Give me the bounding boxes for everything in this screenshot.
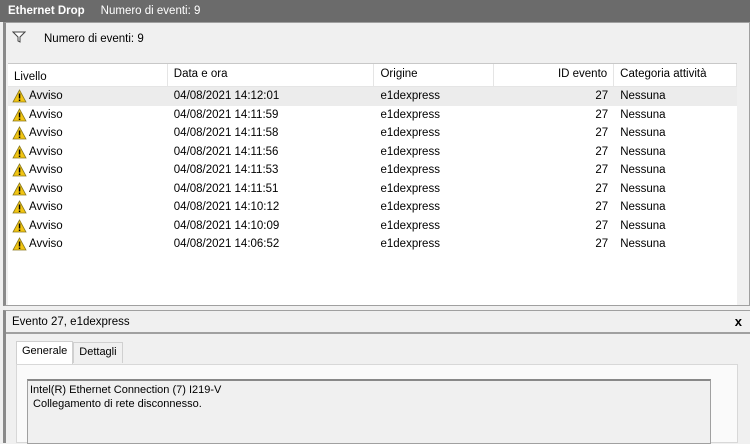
table-header: Livello Data e ora Origine ID evento Cat… xyxy=(8,64,737,87)
source-cell: e1dexpress xyxy=(380,219,440,232)
category-cell: Nessuna xyxy=(620,238,666,251)
tab-dettagli[interactable]: Dettagli xyxy=(73,342,123,363)
detail-title: Evento 27, e1dexpress xyxy=(12,315,130,328)
id-cell: 27 xyxy=(595,238,609,251)
event-detail-panel: Evento 27, e1dexpress x Generale Dettagl… xyxy=(3,310,750,444)
table-row[interactable]: Avviso 04/08/2021 14:11:51 e1dexpress 27… xyxy=(8,180,737,199)
level-cell: Avviso xyxy=(29,182,63,195)
col-source[interactable]: Origine xyxy=(374,64,495,86)
warning-icon xyxy=(12,218,27,233)
id-cell: 27 xyxy=(595,127,609,140)
level-cell: Avviso xyxy=(29,219,63,232)
date-cell: 04/08/2021 14:06:52 xyxy=(173,238,280,251)
id-cell: 27 xyxy=(595,164,609,177)
source-cell: e1dexpress xyxy=(380,164,440,177)
table-row[interactable]: Avviso 04/08/2021 14:12:01 e1dexpress 27… xyxy=(8,87,737,106)
warning-icon xyxy=(12,89,27,103)
date-cell: 04/08/2021 14:10:09 xyxy=(173,219,280,232)
level-cell: Avviso xyxy=(29,145,63,158)
date-cell: 04/08/2021 14:12:01 xyxy=(173,90,280,103)
log-name: Ethernet Drop xyxy=(8,5,85,17)
category-cell: Nessuna xyxy=(620,108,666,121)
id-cell: 27 xyxy=(595,90,609,103)
category-cell: Nessuna xyxy=(620,201,666,214)
warning-icon xyxy=(12,144,27,159)
level-cell: Avviso xyxy=(29,164,63,177)
events-pane: Numero di eventi: 9 Livello Data e ora O… xyxy=(3,22,750,306)
table-row[interactable]: Avviso 04/08/2021 14:11:56 e1dexpress 27… xyxy=(8,143,737,162)
level-cell: Avviso xyxy=(29,201,63,214)
col-id[interactable]: ID evento xyxy=(494,64,615,86)
table-row[interactable]: Avviso 04/08/2021 14:11:58 e1dexpress 27… xyxy=(8,124,737,143)
category-cell: Nessuna xyxy=(620,182,666,195)
warning-icon xyxy=(12,181,27,196)
level-cell: Avviso xyxy=(29,127,63,140)
event-count: Numero di eventi: 9 xyxy=(100,5,201,17)
description-line-2: Collegamento di rete disconnesso. xyxy=(30,398,202,410)
close-icon[interactable]: x xyxy=(735,314,742,329)
event-description[interactable]: Intel(R) Ethernet Connection (7) I219-V … xyxy=(27,379,711,444)
tab-content: Intel(R) Ethernet Connection (7) I219-V … xyxy=(16,364,738,444)
table-row[interactable]: Avviso 04/08/2021 14:06:52 e1dexpress 27… xyxy=(8,235,737,254)
id-cell: 27 xyxy=(595,182,609,195)
warning-icon xyxy=(12,237,27,251)
date-cell: 04/08/2021 14:10:12 xyxy=(173,201,280,214)
filter-label: Numero di eventi: 9 xyxy=(44,33,144,45)
id-cell: 27 xyxy=(595,201,609,214)
date-cell: 04/08/2021 14:11:51 xyxy=(173,182,279,195)
date-cell: 04/08/2021 14:11:53 xyxy=(173,164,279,177)
date-cell: 04/08/2021 14:11:58 xyxy=(173,127,279,140)
category-cell: Nessuna xyxy=(620,219,666,232)
table-row[interactable]: Avviso 04/08/2021 14:11:53 e1dexpress 27… xyxy=(8,161,737,180)
tab-generale[interactable]: Generale xyxy=(16,341,74,364)
source-cell: e1dexpress xyxy=(380,238,440,251)
filter-icon[interactable] xyxy=(11,31,27,46)
category-cell: Nessuna xyxy=(620,90,666,103)
table-row[interactable]: Avviso 04/08/2021 14:10:12 e1dexpress 27… xyxy=(8,198,737,217)
source-cell: e1dexpress xyxy=(380,145,440,158)
date-cell: 04/08/2021 14:11:59 xyxy=(173,108,279,121)
category-cell: Nessuna xyxy=(620,145,666,158)
date-cell: 04/08/2021 14:11:56 xyxy=(173,145,279,158)
category-cell: Nessuna xyxy=(620,127,666,140)
table-row[interactable]: Avviso 04/08/2021 14:10:09 e1dexpress 27… xyxy=(8,217,737,236)
col-level[interactable]: Livello xyxy=(8,64,168,86)
level-cell: Avviso xyxy=(29,238,63,251)
col-category[interactable]: Categoria attività xyxy=(614,64,737,86)
id-cell: 27 xyxy=(595,219,609,232)
source-cell: e1dexpress xyxy=(380,182,440,195)
id-cell: 27 xyxy=(595,108,609,121)
source-cell: e1dexpress xyxy=(380,201,440,214)
description-line-1: Intel(R) Ethernet Connection (7) I219-V xyxy=(30,384,222,396)
source-cell: e1dexpress xyxy=(380,108,440,121)
source-cell: e1dexpress xyxy=(380,90,440,103)
title-bar: Ethernet Drop Numero di eventi: 9 xyxy=(0,0,750,22)
id-cell: 27 xyxy=(595,145,609,158)
warning-icon xyxy=(12,107,27,122)
warning-icon xyxy=(12,126,27,140)
warning-icon xyxy=(12,163,27,177)
warning-icon xyxy=(12,200,27,214)
filter-bar: Numero di eventi: 9 xyxy=(6,23,749,63)
col-date[interactable]: Data e ora xyxy=(168,64,375,86)
events-table: Livello Data e ora Origine ID evento Cat… xyxy=(8,63,737,305)
table-row[interactable]: Avviso 04/08/2021 14:11:59 e1dexpress 27… xyxy=(8,106,737,125)
category-cell: Nessuna xyxy=(620,164,666,177)
level-cell: Avviso xyxy=(29,90,63,103)
level-cell: Avviso xyxy=(29,108,63,121)
source-cell: e1dexpress xyxy=(380,127,440,140)
